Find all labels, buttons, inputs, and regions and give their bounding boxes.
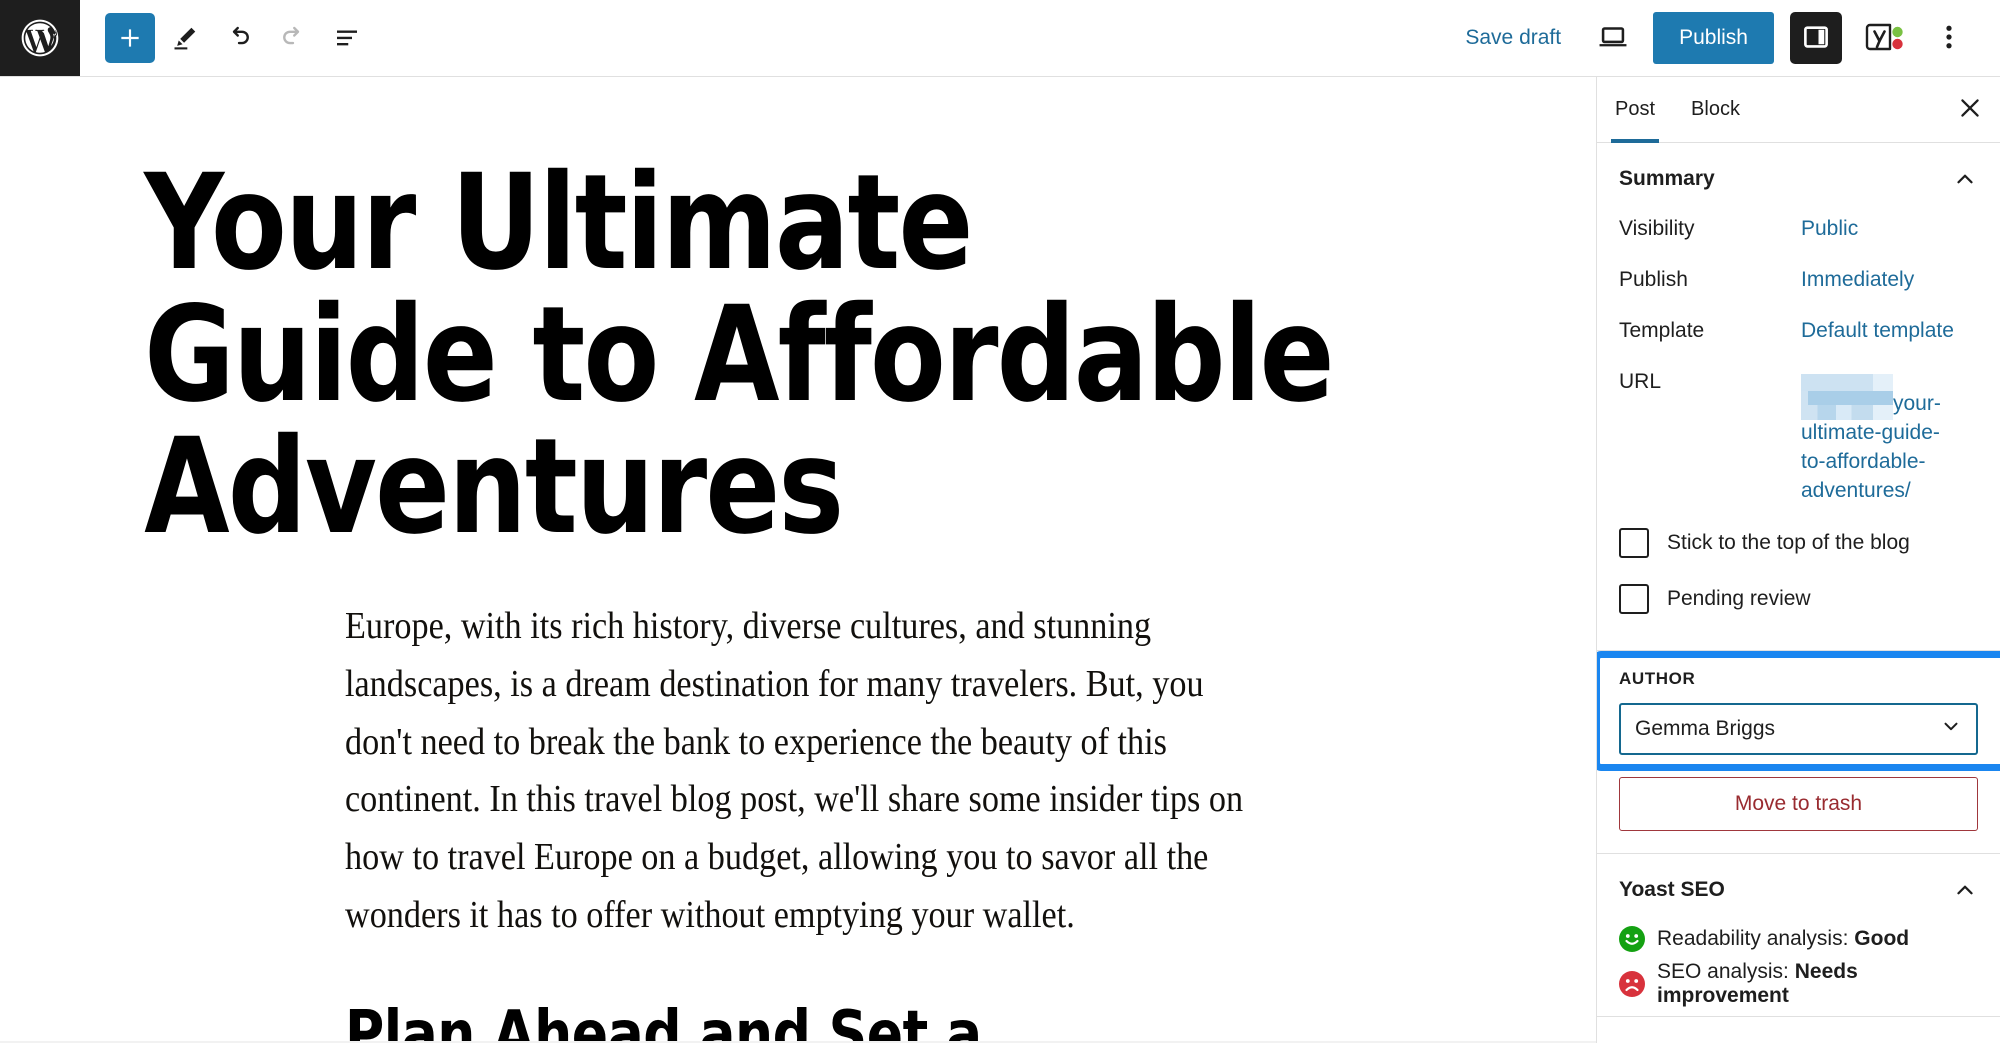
readability-analysis-text: Readability analysis: Good bbox=[1657, 927, 1909, 951]
sticky-post-label: Stick to the top of the blog bbox=[1667, 530, 1910, 554]
preview-button[interactable] bbox=[1587, 13, 1639, 63]
trash-section: Move to trash bbox=[1597, 771, 2000, 853]
publish-label: Publish bbox=[1619, 267, 1688, 291]
author-highlight-wrapper: AUTHOR Gemma Briggs bbox=[1597, 650, 2000, 771]
document-overview-button[interactable] bbox=[323, 14, 371, 62]
wordpress-logo-button[interactable] bbox=[0, 0, 80, 76]
toolbar-left-group bbox=[80, 0, 371, 76]
url-value-button[interactable]: your-ultimate-guide-to-affordable-advent… bbox=[1801, 368, 1961, 506]
wordpress-logo-icon bbox=[18, 16, 62, 60]
paragraph-block-1[interactable]: Europe, with its rich history, diverse c… bbox=[345, 598, 1259, 945]
yoast-panel-header[interactable]: Yoast SEO bbox=[1619, 854, 1978, 926]
settings-sidebar-toggle-button[interactable] bbox=[1790, 12, 1842, 64]
summary-panel: Summary Visibility Public Publish Immedi… bbox=[1597, 143, 2000, 651]
toolbar-right-group: Save draft Publish bbox=[1449, 0, 2000, 76]
publish-value-button[interactable]: Immediately bbox=[1801, 266, 1914, 295]
summary-panel-header[interactable]: Summary bbox=[1619, 143, 1978, 215]
add-block-button[interactable] bbox=[105, 13, 155, 63]
laptop-preview-icon bbox=[1596, 20, 1630, 57]
yoast-panel-title: Yoast SEO bbox=[1619, 877, 1725, 901]
redacted-domain-block bbox=[1801, 373, 1893, 420]
more-options-button[interactable] bbox=[1926, 13, 1972, 63]
readability-value: Good bbox=[1854, 926, 1910, 950]
editor-toolbar: Save draft Publish bbox=[0, 0, 2000, 77]
kebab-menu-icon bbox=[1945, 22, 1953, 55]
template-label: Template bbox=[1619, 318, 1705, 342]
pencil-icon bbox=[171, 24, 199, 52]
close-sidebar-button[interactable] bbox=[1946, 77, 1994, 142]
summary-row-publish: Publish Immediately bbox=[1619, 266, 1978, 295]
post-canvas[interactable]: Your Ultimate Guide to Affordable Advent… bbox=[0, 77, 1596, 1043]
summary-panel-title: Summary bbox=[1619, 167, 1715, 190]
redo-button[interactable] bbox=[269, 14, 317, 62]
sidebar-tab-bar: Post Block bbox=[1597, 77, 2000, 143]
redo-icon bbox=[278, 23, 308, 53]
author-section: AUTHOR Gemma Briggs bbox=[1597, 650, 2000, 771]
seo-analysis-text: SEO analysis: Needs improvement bbox=[1657, 960, 1978, 1008]
author-label: AUTHOR bbox=[1619, 668, 1696, 688]
visibility-label: Visibility bbox=[1619, 217, 1695, 240]
wordpress-block-editor: Save draft Publish Your Ultimate Guide t… bbox=[0, 0, 2000, 1043]
list-view-icon bbox=[332, 23, 362, 53]
author-selected-value: Gemma Briggs bbox=[1635, 716, 1776, 740]
tools-pencil-button[interactable] bbox=[161, 14, 209, 62]
seo-label: SEO analysis: bbox=[1657, 959, 1789, 983]
pending-review-checkbox-row[interactable]: Pending review bbox=[1619, 583, 1978, 614]
chevron-up-icon bbox=[1952, 166, 1978, 192]
sidebar-panel-icon bbox=[1801, 22, 1831, 55]
sticky-post-checkbox[interactable] bbox=[1619, 527, 1649, 558]
author-select[interactable]: Gemma Briggs bbox=[1619, 702, 1978, 755]
seo-analysis-row[interactable]: SEO analysis: Needs improvement bbox=[1619, 960, 1978, 1008]
template-value-button[interactable]: Default template bbox=[1801, 317, 1954, 346]
summary-row-visibility: Visibility Public bbox=[1619, 215, 1978, 244]
post-content: Your Ultimate Guide to Affordable Advent… bbox=[0, 77, 1596, 1043]
tab-post[interactable]: Post bbox=[1597, 77, 1673, 143]
pending-review-label: Pending review bbox=[1667, 586, 1811, 610]
save-draft-button[interactable]: Save draft bbox=[1449, 16, 1577, 60]
close-icon bbox=[1957, 95, 1983, 124]
chevron-down-icon bbox=[1940, 715, 1962, 743]
pending-review-checkbox[interactable] bbox=[1619, 583, 1649, 614]
visibility-value-button[interactable]: Public bbox=[1801, 215, 1858, 244]
yoast-seo-panel: Yoast SEO Readability analysis: Good SEO… bbox=[1597, 852, 2000, 1017]
tab-block[interactable]: Block bbox=[1673, 77, 1758, 142]
heading-block-1[interactable]: Plan Ahead and Set a Budget bbox=[345, 999, 1196, 1043]
post-blocks: Europe, with its rich history, diverse c… bbox=[0, 598, 1260, 1043]
url-label: URL bbox=[1619, 369, 1662, 393]
yoast-seo-button[interactable] bbox=[1858, 13, 1916, 63]
frowny-bad-icon bbox=[1619, 970, 1645, 997]
undo-icon bbox=[224, 23, 254, 53]
editor-body: Your Ultimate Guide to Affordable Advent… bbox=[0, 77, 2000, 1043]
yoast-logo-icon bbox=[1864, 19, 1910, 58]
undo-button[interactable] bbox=[215, 14, 263, 62]
settings-sidebar: Post Block Summary Visibility Public Pub… bbox=[1596, 77, 2000, 1043]
summary-row-url: URL your-ultimate-guide-to-affordable-ad… bbox=[1619, 368, 1978, 506]
smiley-good-icon bbox=[1619, 925, 1645, 952]
summary-row-template: Template Default template bbox=[1619, 317, 1978, 346]
publish-button[interactable]: Publish bbox=[1653, 12, 1774, 64]
chevron-up-icon bbox=[1952, 877, 1978, 903]
readability-label: Readability analysis: bbox=[1657, 926, 1849, 950]
summary-rows: Visibility Public Publish Immediately Te… bbox=[1619, 215, 1978, 650]
move-to-trash-button[interactable]: Move to trash bbox=[1619, 776, 1978, 831]
tab-bar-spacer bbox=[1758, 77, 1946, 142]
post-title[interactable]: Your Ultimate Guide to Affordable Advent… bbox=[0, 157, 1484, 553]
sticky-post-checkbox-row[interactable]: Stick to the top of the blog bbox=[1619, 527, 1978, 558]
readability-analysis-row[interactable]: Readability analysis: Good bbox=[1619, 925, 1978, 952]
